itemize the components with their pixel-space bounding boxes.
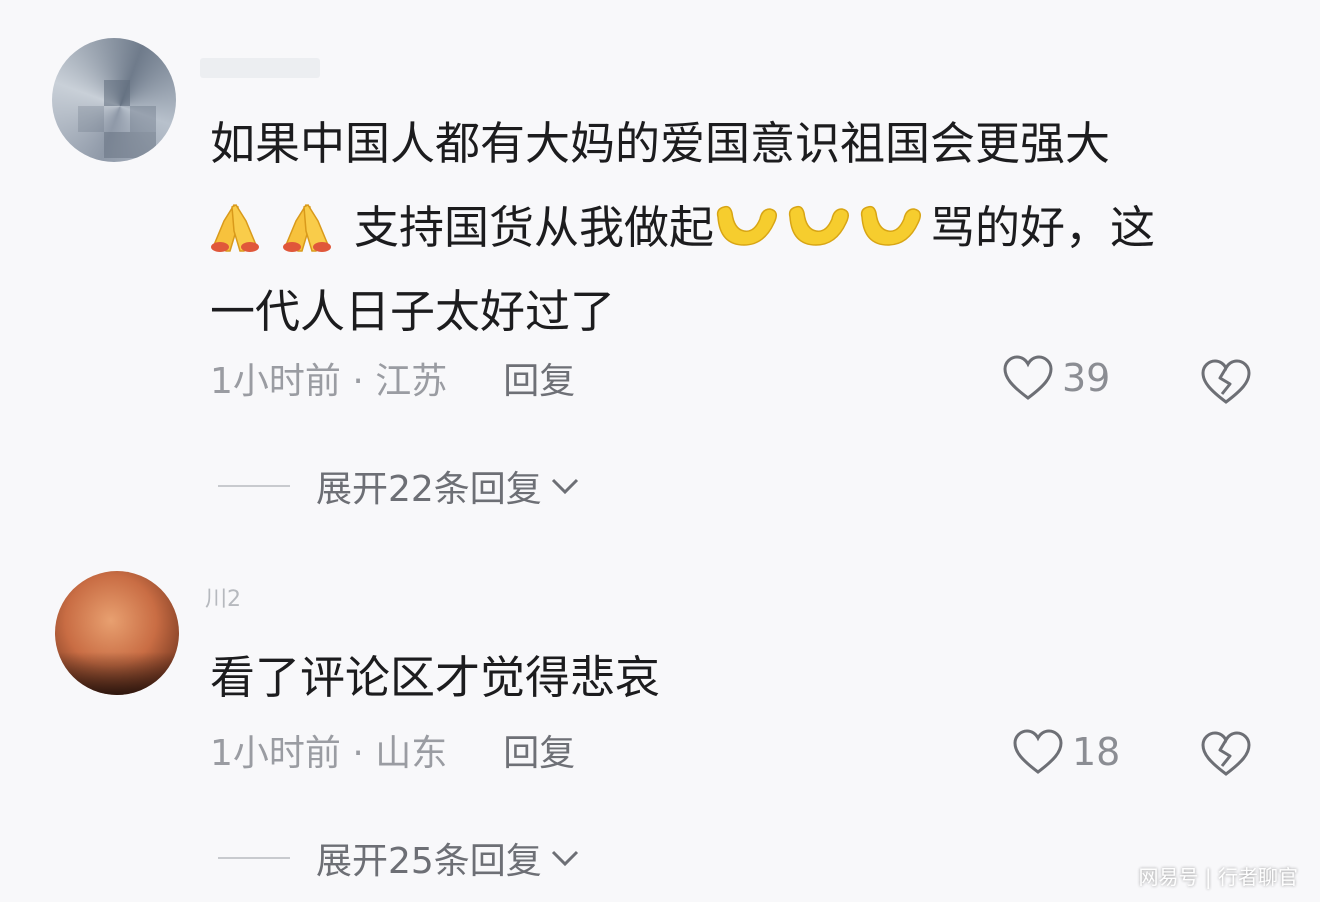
comment-line: 支持国货从我做起 骂的好，这	[210, 186, 1155, 270]
watermark: 网易号 | 行者聊官	[1138, 865, 1298, 889]
heart-outline-icon	[1003, 355, 1053, 400]
comment-fragment: 骂的好，这	[930, 201, 1156, 254]
avatar[interactable]	[55, 571, 179, 695]
like-button[interactable]: 39	[1002, 354, 1110, 402]
divider	[218, 857, 290, 859]
divider	[218, 485, 290, 487]
expand-replies-button[interactable]: 展开22条回复	[218, 460, 580, 512]
like-count: 39	[1062, 356, 1111, 400]
chevron-down-icon	[551, 850, 578, 867]
flexed-biceps-emoji	[860, 205, 922, 246]
comment-fragment: 支持国货从我做起	[354, 201, 715, 254]
comment-line: 一代人日子太好过了	[210, 285, 616, 338]
folded-hands-emoji	[211, 204, 259, 252]
heart-outline-icon	[1013, 729, 1063, 774]
broken-heart-icon[interactable]	[1200, 358, 1252, 406]
reply-button[interactable]: 回复	[503, 733, 575, 774]
time-location: 1小时前 · 山东	[210, 733, 448, 774]
comment-list: 如果中国人都有大妈的爱国意识祖国会更强大 支持国货从我做起 骂的好，这 一代人日…	[0, 0, 1320, 902]
expand-replies-button[interactable]: 展开25条回复	[218, 832, 580, 884]
expand-label: 展开22条回复	[316, 469, 542, 510]
like-count: 18	[1072, 730, 1121, 774]
flexed-biceps-emoji	[716, 205, 778, 246]
comment-text: 如果中国人都有大妈的爱国意识祖国会更强大 支持国货从我做起 骂的好，这 一代人日…	[210, 102, 1155, 354]
chevron-down-icon	[551, 478, 578, 495]
comment-line: 如果中国人都有大妈的爱国意识祖国会更强大	[210, 117, 1111, 170]
time-location: 1小时前 · 江苏	[210, 361, 448, 402]
flexed-biceps-emoji	[788, 205, 850, 246]
comment-meta: 1小时前 · 江苏 回复	[210, 360, 575, 404]
comment-text: 看了评论区才觉得悲哀	[210, 636, 660, 720]
username[interactable]: 川2	[205, 589, 269, 611]
comment-line: 看了评论区才觉得悲哀	[210, 651, 661, 704]
folded-hands-emoji	[283, 204, 331, 252]
like-button[interactable]: 18	[1012, 728, 1120, 776]
expand-label: 展开25条回复	[316, 841, 542, 882]
comment-meta: 1小时前 · 山东 回复	[210, 732, 575, 776]
reply-button[interactable]: 回复	[503, 361, 575, 402]
broken-heart-icon[interactable]	[1200, 730, 1252, 778]
avatar[interactable]	[52, 38, 176, 162]
username-blurred[interactable]	[200, 58, 320, 78]
